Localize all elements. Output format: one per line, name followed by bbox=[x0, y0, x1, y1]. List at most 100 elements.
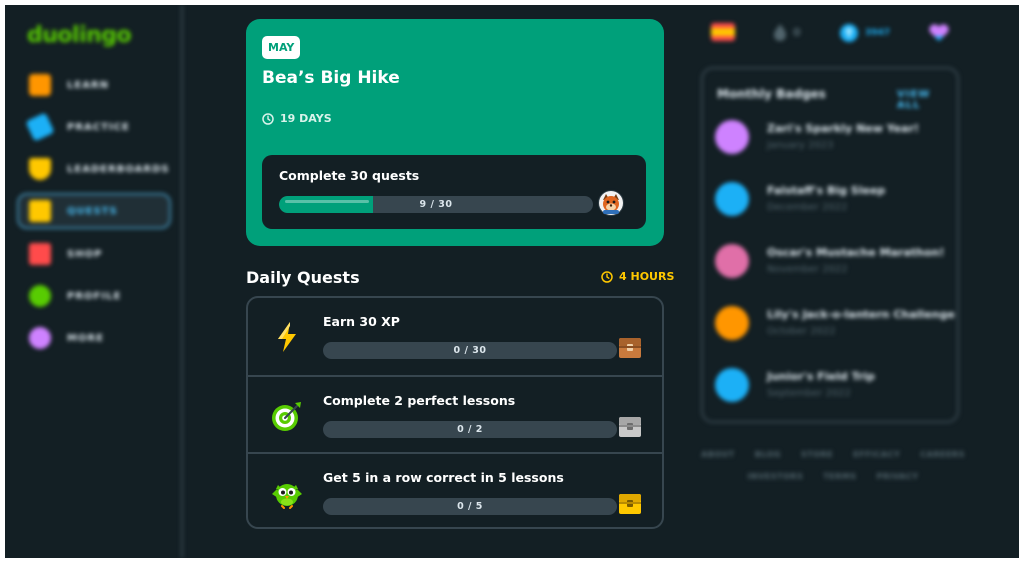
quest-progress-text: 0 / 30 bbox=[453, 345, 487, 356]
super-heart-icon bbox=[929, 24, 949, 41]
badge-icon bbox=[715, 306, 749, 340]
streak-count: 0 bbox=[793, 25, 801, 39]
gems-counter[interactable]: 3947 bbox=[839, 23, 890, 43]
monthly-badges-title: Monthly Badges bbox=[717, 87, 826, 101]
language-flag[interactable] bbox=[711, 23, 735, 41]
view-all-link[interactable]: VIEW ALL bbox=[897, 89, 957, 111]
sidebar-item-label: SHOP bbox=[67, 248, 103, 260]
daily-quests-title: Daily Quests bbox=[246, 268, 360, 287]
streak-counter[interactable]: 0 bbox=[773, 23, 801, 41]
right-panel: 0 3947 Monthly Badges VIEW ALL Zari's Sp… bbox=[693, 5, 1019, 558]
gold-chest-icon[interactable] bbox=[618, 493, 642, 515]
quest-progress-text: 0 / 2 bbox=[457, 424, 483, 435]
badge-name: Lily's Jack-o-lantern Challenge bbox=[767, 308, 955, 321]
avatar-icon bbox=[29, 285, 51, 307]
home-icon bbox=[29, 74, 51, 96]
badge-icon bbox=[715, 182, 749, 216]
quest-progress-text: 0 / 5 bbox=[457, 501, 483, 512]
quest-row: Earn 30 XP 0 / 30 bbox=[248, 298, 662, 375]
quest-title: Earn 30 XP bbox=[323, 314, 400, 329]
quest-title: Complete 2 perfect lessons bbox=[323, 393, 516, 408]
badge-item[interactable]: Junior's Field Trip September 2022 bbox=[715, 368, 955, 418]
target-icon bbox=[270, 399, 304, 433]
more-icon bbox=[29, 327, 51, 349]
footer-links-row-1: ABOUT BLOG STORE EFFICACY CAREERS bbox=[701, 450, 964, 459]
challenge-progress-text: 9 / 30 bbox=[419, 199, 453, 210]
sidebar-item-label: MORE bbox=[67, 332, 104, 344]
footer-link-about[interactable]: ABOUT bbox=[701, 450, 735, 459]
shop-icon bbox=[29, 243, 51, 265]
challenge-quest-card: Complete 30 quests 9 / 30 bbox=[262, 155, 646, 229]
footer-links-row-2: INVESTORS TERMS PRIVACY bbox=[713, 472, 953, 481]
chest-icon bbox=[29, 200, 51, 222]
badge-name: Falstaff's Big Sleep bbox=[767, 184, 886, 197]
challenge-progress-bar: 9 / 30 bbox=[279, 196, 593, 213]
sidebar-item-label: PROFILE bbox=[67, 290, 122, 302]
clock-icon bbox=[262, 112, 274, 125]
badge-date: October 2022 bbox=[767, 326, 836, 337]
spain-flag-icon bbox=[711, 23, 735, 41]
shield-icon bbox=[29, 158, 51, 180]
badge-name: Junior's Field Trip bbox=[767, 370, 875, 383]
days-remaining-text: 19 DAYS bbox=[280, 112, 332, 125]
footer-link-efficacy[interactable]: EFFICACY bbox=[853, 450, 900, 459]
sidebar-item-label: QUESTS bbox=[67, 205, 118, 217]
quest-row: Complete 2 perfect lessons 0 / 2 bbox=[248, 375, 662, 452]
daily-quests-timer: 4 HOURS bbox=[601, 270, 674, 283]
badge-item[interactable]: Falstaff's Big Sleep December 2022 bbox=[715, 182, 955, 232]
footer-link-blog[interactable]: BLOG bbox=[755, 450, 781, 459]
bronze-chest-icon[interactable] bbox=[618, 337, 642, 359]
sidebar-item-label: LEARN bbox=[67, 79, 110, 91]
sidebar-item-leaderboards[interactable]: LEADERBOARDS bbox=[17, 151, 171, 187]
badge-item[interactable]: Zari's Sparkly New Year! January 2023 bbox=[715, 120, 955, 170]
gem-icon bbox=[840, 24, 858, 42]
badge-item[interactable]: Lily's Jack-o-lantern Challenge October … bbox=[715, 306, 955, 356]
sidebar: duolingo LEARN PRACTICE LEADERBOARDS QUE… bbox=[5, 5, 183, 558]
badge-date: September 2022 bbox=[767, 388, 851, 399]
lightning-icon bbox=[270, 320, 304, 354]
character-avatar-icon bbox=[596, 188, 626, 218]
month-badge: MAY bbox=[262, 36, 301, 59]
footer-link-terms[interactable]: TERMS bbox=[823, 472, 856, 481]
footer-link-careers[interactable]: CAREERS bbox=[920, 450, 965, 459]
sidebar-item-profile[interactable]: PROFILE bbox=[17, 278, 171, 314]
daily-quests-timer-text: 4 HOURS bbox=[619, 270, 675, 283]
streak-flame-icon bbox=[774, 24, 786, 41]
challenge-quest-title: Complete 30 quests bbox=[279, 168, 420, 183]
sidebar-item-label: LEADERBOARDS bbox=[67, 163, 170, 175]
badge-name: Oscar's Mustache Marathon! bbox=[767, 246, 945, 259]
sidebar-item-practice[interactable]: PRACTICE bbox=[17, 109, 171, 145]
quests-main: MAY Bea’s Big Hike 19 DAYS Complete 30 q… bbox=[218, 5, 693, 558]
monthly-badges-panel: Monthly Badges VIEW ALL Zari's Sparkly N… bbox=[701, 67, 959, 423]
daily-quests-list: Earn 30 XP 0 / 30 Complete 2 perfect les… bbox=[246, 296, 664, 529]
duolingo-logo[interactable]: duolingo bbox=[27, 23, 132, 48]
sidebar-item-quests[interactable]: QUESTS bbox=[17, 193, 171, 229]
days-remaining: 19 DAYS bbox=[262, 112, 332, 125]
challenge-title: Bea’s Big Hike bbox=[262, 68, 400, 88]
sidebar-item-label: PRACTICE bbox=[67, 121, 130, 133]
quest-title: Get 5 in a row correct in 5 lessons bbox=[323, 470, 564, 485]
silver-chest-icon[interactable] bbox=[618, 416, 642, 438]
badge-icon bbox=[715, 244, 749, 278]
footer-link-store[interactable]: STORE bbox=[801, 450, 833, 459]
badge-icon bbox=[715, 120, 749, 154]
dumbbell-icon bbox=[25, 112, 55, 142]
badge-icon bbox=[715, 368, 749, 402]
quest-progress-bar: 0 / 30 bbox=[323, 342, 617, 359]
badge-date: November 2022 bbox=[767, 264, 848, 275]
badge-item[interactable]: Oscar's Mustache Marathon! November 2022 bbox=[715, 244, 955, 294]
owl-icon bbox=[270, 476, 304, 510]
sidebar-item-shop[interactable]: SHOP bbox=[17, 236, 171, 272]
badge-name: Zari's Sparkly New Year! bbox=[767, 122, 920, 135]
hearts-counter[interactable] bbox=[927, 23, 951, 43]
sidebar-item-more[interactable]: MORE bbox=[17, 320, 171, 356]
quest-progress-bar: 0 / 5 bbox=[323, 498, 617, 515]
gems-count: 3947 bbox=[865, 28, 891, 38]
footer-link-investors[interactable]: INVESTORS bbox=[747, 472, 803, 481]
sidebar-item-learn[interactable]: LEARN bbox=[17, 67, 171, 103]
footer-link-privacy[interactable]: PRIVACY bbox=[877, 472, 919, 481]
badge-date: December 2022 bbox=[767, 202, 848, 213]
quest-progress-bar: 0 / 2 bbox=[323, 421, 617, 438]
quest-row: Get 5 in a row correct in 5 lessons 0 / … bbox=[248, 452, 662, 529]
monthly-challenge-card: MAY Bea’s Big Hike 19 DAYS Complete 30 q… bbox=[246, 19, 664, 246]
